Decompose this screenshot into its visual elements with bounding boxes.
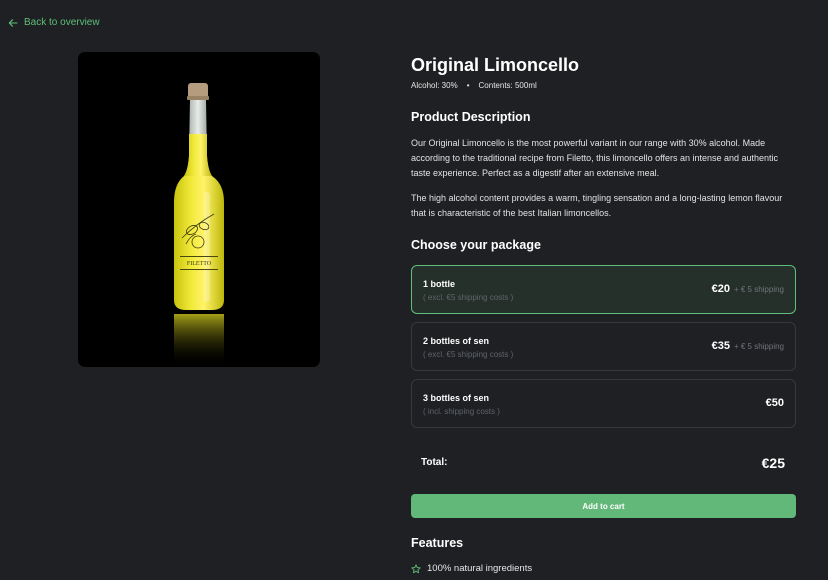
package-option-1-bottle[interactable]: 1 bottle ( excl. €5 shipping costs ) €20… xyxy=(411,265,796,314)
package-shipping-note: ( excl. €5 shipping costs ) xyxy=(423,350,514,359)
package-price-amount: €50 xyxy=(765,397,784,409)
feature-label: 100% natural ingredients xyxy=(427,563,533,574)
product-description-heading: Product Description xyxy=(411,110,531,124)
bottle-label-text: FILETTO xyxy=(187,261,212,267)
limoncello-bottle-photo: FILETTO xyxy=(174,83,224,367)
contents-info: Contents: 500ml xyxy=(478,81,537,90)
description-paragraph-1: Our Original Limoncello is the most powe… xyxy=(411,138,779,178)
product-title: Original Limoncello xyxy=(411,55,580,75)
star-icon xyxy=(411,563,421,573)
arrow-left-icon xyxy=(8,18,18,27)
package-price: €35 + € 5 shipping xyxy=(712,340,784,352)
package-shipping-note: ( excl. €5 shipping costs ) xyxy=(423,293,514,302)
product-header: Original Limoncello Alcohol: 30% • Conte… xyxy=(411,52,796,92)
alcohol-info: Alcohol: 30% xyxy=(411,81,458,90)
product-meta: Alcohol: 30% • Contents: 500ml xyxy=(411,80,796,92)
back-link-label: Back to overview xyxy=(24,17,100,28)
package-option-2-bottles[interactable]: 2 bottles of sen ( excl. €5 shipping cos… xyxy=(411,322,796,371)
package-name: 3 bottles of sen xyxy=(423,393,490,403)
package-shipping-note: ( incl. shipping costs ) xyxy=(423,407,500,416)
package-option-3-bottles[interactable]: 3 bottles of sen ( incl. shipping costs … xyxy=(411,379,796,428)
package-price-amount: €20 xyxy=(711,283,730,295)
package-price-shipping: + € 5 shipping xyxy=(733,342,784,351)
meta-separator: • xyxy=(466,81,470,90)
feature-item: 100% natural ingredients xyxy=(411,563,532,574)
package-name: 1 bottle xyxy=(423,279,456,289)
package-price-amount: €35 xyxy=(711,340,730,352)
description-paragraph-2: The high alcohol content provides a warm… xyxy=(411,193,783,218)
total-value: €25 xyxy=(761,455,785,471)
product-image: FILETTO xyxy=(78,52,320,367)
back-to-overview-link[interactable]: Back to overview xyxy=(8,17,100,28)
package-price: €20 + € 5 shipping xyxy=(712,283,784,295)
add-to-cart-button[interactable]: Add to cart xyxy=(411,494,796,518)
package-price-shipping: + € 5 shipping xyxy=(733,285,784,294)
package-price: €50 xyxy=(766,397,784,409)
package-name: 2 bottles of sen xyxy=(423,336,490,346)
choose-package-heading: Choose your package xyxy=(411,238,541,252)
features-heading: Features xyxy=(411,536,464,550)
total-label: Total: xyxy=(421,457,448,468)
